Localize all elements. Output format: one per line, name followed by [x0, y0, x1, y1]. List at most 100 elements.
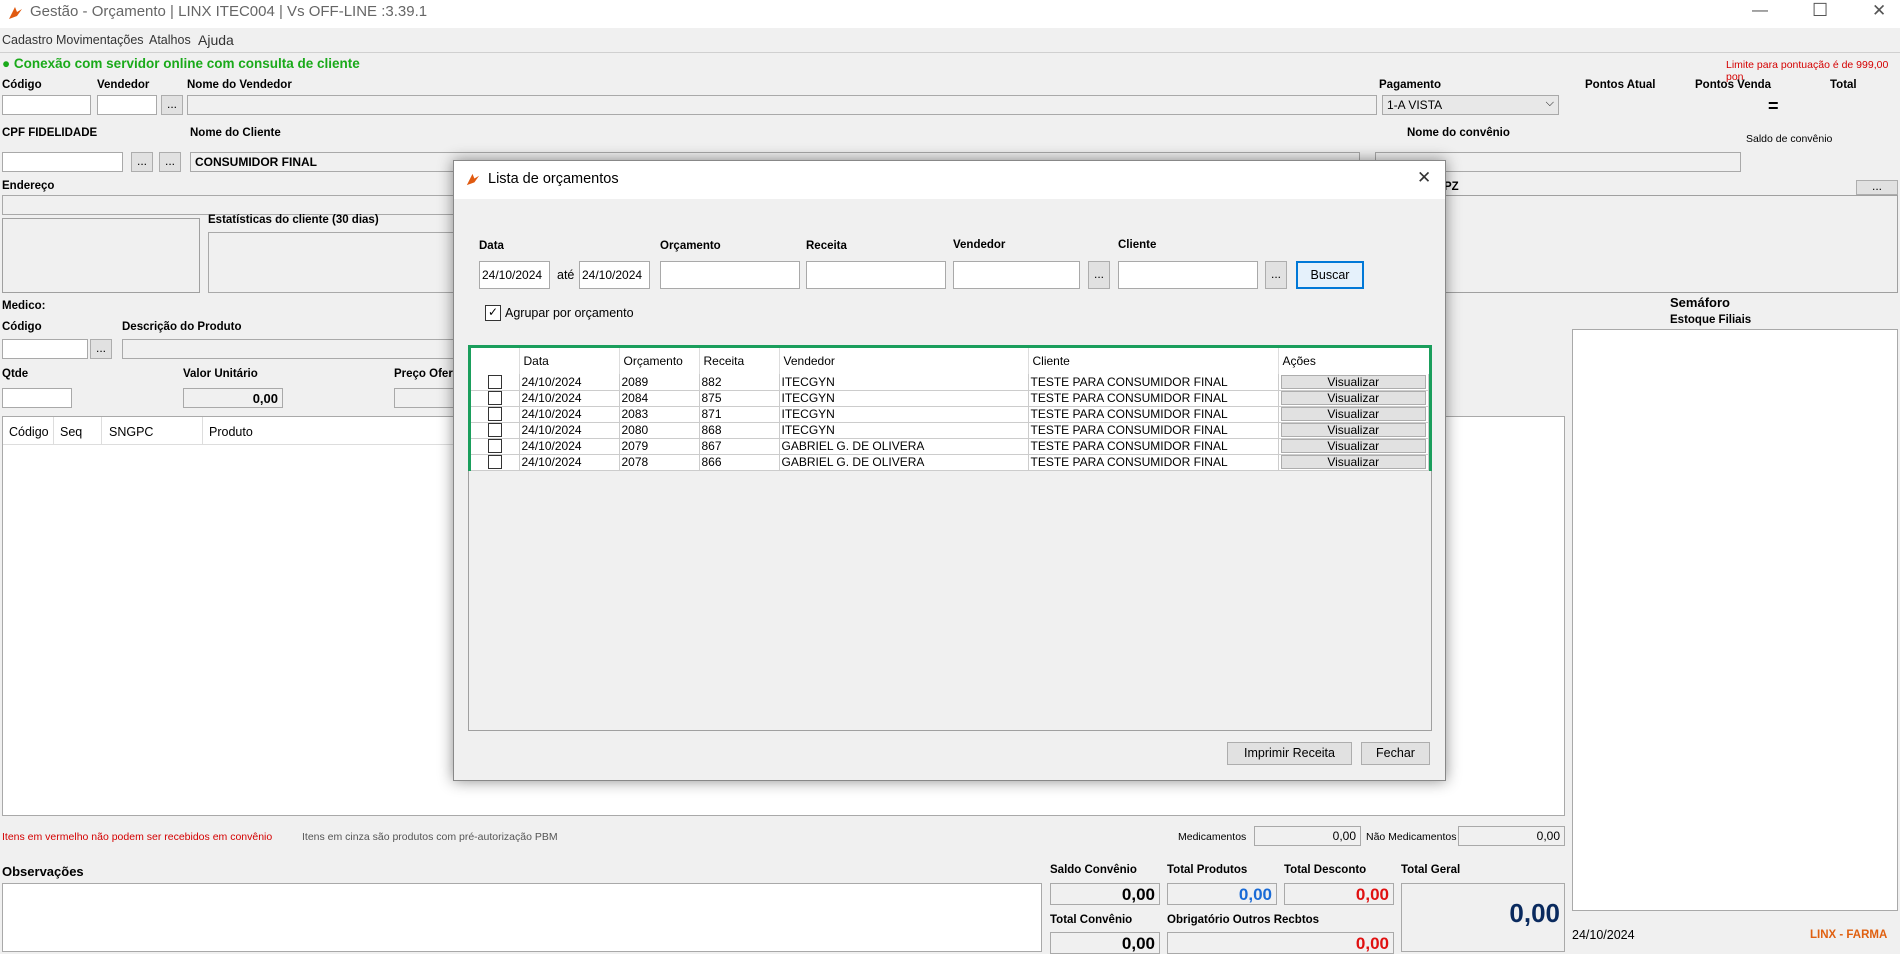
vendedor-filter-lookup-button[interactable]: ... [1088, 261, 1110, 289]
date-to-input[interactable]: 24/10/2024 [579, 261, 650, 289]
column-orcamento[interactable]: Orçamento [619, 348, 700, 374]
column-cliente[interactable]: Cliente [1028, 348, 1279, 374]
column-divider [202, 417, 203, 445]
menu-ajuda[interactable]: Ajuda [198, 32, 234, 48]
data-label: Data [479, 240, 504, 252]
vendedor-input[interactable] [97, 95, 157, 115]
qtde-input[interactable] [2, 388, 72, 408]
row-checkbox[interactable] [488, 423, 502, 437]
total-desconto-label: Total Desconto [1284, 864, 1367, 876]
column-acoes[interactable]: Ações [1278, 348, 1429, 374]
cell-data: 24/10/2024 [519, 406, 620, 423]
visualizar-button[interactable]: Visualizar [1280, 407, 1426, 421]
cpf-input[interactable] [2, 152, 123, 172]
saldo-convenio-small-label: Saldo de convênio [1746, 133, 1833, 145]
cell-receita: 867 [699, 438, 780, 455]
total-convenio-label: Total Convênio [1050, 914, 1133, 926]
row-checkbox[interactable] [488, 407, 502, 421]
fechar-button[interactable]: Fechar [1361, 742, 1430, 765]
orcamento-filter-input[interactable] [660, 261, 800, 289]
dialog-close-icon[interactable]: ✕ [1417, 168, 1431, 188]
menu-atalhos[interactable]: Atalhos [149, 33, 191, 47]
cell-acoes: Visualizar [1278, 390, 1429, 407]
cliente-filter-lookup-button[interactable]: ... [1265, 261, 1287, 289]
pagamento-select[interactable]: 1-A VISTA ⌵ [1382, 95, 1559, 115]
vendedor-lookup-button[interactable]: ... [161, 95, 183, 115]
column-data[interactable]: Data [519, 348, 620, 374]
column-vendedor[interactable]: Vendedor [779, 348, 1029, 374]
red-items-note: Itens em vermelho não podem ser recebido… [2, 831, 273, 843]
right-info-panel [1444, 195, 1898, 293]
row-checkbox[interactable] [488, 455, 502, 469]
orcamento-row[interactable]: 24/10/2024 2078 866 GABRIEL G. DE OLIVERA TE… [471, 454, 1429, 471]
row-select-cell [471, 390, 520, 407]
date-from-input[interactable]: 24/10/2024 [479, 261, 550, 289]
visualizar-button[interactable]: Visualizar [1280, 439, 1426, 453]
cell-vendedor: ITECGYN [779, 422, 1029, 439]
pz-label: PZ [1444, 181, 1459, 193]
brand-label: LINX - FARMA [1810, 929, 1888, 941]
visualizar-button[interactable]: Visualizar [1280, 455, 1426, 469]
nome-cliente-label: Nome do Cliente [190, 127, 281, 139]
observacoes-textarea[interactable] [2, 883, 1042, 952]
buscar-button[interactable]: Buscar [1296, 261, 1364, 289]
row-select-cell [471, 406, 520, 423]
row-checkbox[interactable] [488, 391, 502, 405]
imprimir-receita-button[interactable]: Imprimir Receita [1227, 742, 1352, 765]
menu-movimentacoes[interactable]: Movimentações [56, 33, 144, 47]
cliente-filter-input[interactable] [1118, 261, 1258, 289]
maximize-icon[interactable]: ☐ [1812, 0, 1828, 21]
visualizar-button[interactable]: Visualizar [1280, 374, 1426, 389]
vendedor-filter-input[interactable] [953, 261, 1080, 289]
cell-orcamento: 2083 [619, 406, 700, 423]
obrigatorio-value: 0,00 [1167, 932, 1394, 954]
total-geral-label: Total Geral [1401, 864, 1461, 876]
cell-cliente: TESTE PARA CONSUMIDOR FINAL [1028, 390, 1279, 407]
cell-cliente: TESTE PARA CONSUMIDOR FINAL [1028, 422, 1279, 439]
codigo-produto-input[interactable] [2, 339, 88, 359]
receita-filter-input[interactable] [806, 261, 946, 289]
row-checkbox[interactable] [488, 374, 502, 389]
pagamento-value: 1-A VISTA [1387, 98, 1443, 112]
orcamento-row[interactable]: 24/10/2024 2083 871 ITECGYN TESTE PARA CONSU… [471, 406, 1429, 423]
row-select-cell [471, 438, 520, 455]
row-select-header [471, 348, 520, 374]
column-produto[interactable]: Produto [209, 425, 253, 439]
codigo-input[interactable] [2, 95, 91, 115]
row-checkbox[interactable] [488, 439, 502, 453]
produto-lookup-button[interactable]: ... [90, 339, 112, 359]
app-logo-icon [466, 173, 480, 186]
orcamento-row[interactable]: 24/10/2024 2084 875 ITECGYN TESTE PARA CONSU… [471, 390, 1429, 407]
agrupar-checkbox[interactable]: ✓ [485, 305, 501, 321]
grid-header-row: Data Orçamento Receita Vendedor Cliente … [471, 348, 1429, 374]
endereco-field [2, 195, 454, 215]
cell-orcamento: 2089 [619, 374, 700, 391]
orcamento-row[interactable]: 24/10/2024 2079 867 GABRIEL G. DE OLIVERA TE… [471, 438, 1429, 455]
column-receita[interactable]: Receita [699, 348, 780, 374]
cell-cliente: TESTE PARA CONSUMIDOR FINAL [1028, 438, 1279, 455]
cell-cliente: TESTE PARA CONSUMIDOR FINAL [1028, 406, 1279, 423]
cliente-lookup-button[interactable]: ... [159, 152, 181, 172]
cell-acoes: Visualizar [1278, 438, 1429, 455]
row-select-cell [471, 454, 520, 471]
cell-vendedor: ITECGYN [779, 406, 1029, 423]
orcamentos-grid[interactable]: Data Orçamento Receita Vendedor Cliente … [468, 345, 1432, 731]
cell-receita: 875 [699, 390, 780, 407]
column-sngpc[interactable]: SNGPC [109, 425, 153, 439]
visualizar-button[interactable]: Visualizar [1280, 391, 1426, 405]
orcamento-row[interactable]: 24/10/2024 2089 882 ITECGYN TESTE PARA CONSU… [471, 374, 1429, 391]
pz-lookup-button[interactable]: ... [1856, 180, 1898, 195]
close-icon[interactable]: ✕ [1872, 1, 1886, 21]
visualizar-button[interactable]: Visualizar [1280, 423, 1426, 437]
obrigatorio-label: Obrigatório Outros Recbtos [1167, 914, 1320, 926]
minimize-icon[interactable]: — [1752, 2, 1768, 20]
window-title: Gestão - Orçamento | LINX ITEC004 | Vs O… [30, 3, 428, 20]
menu-cadastro[interactable]: Cadastro [2, 33, 53, 47]
column-codigo[interactable]: Código [9, 425, 49, 439]
column-seq[interactable]: Seq [60, 425, 82, 439]
orcamento-row[interactable]: 24/10/2024 2080 868 ITECGYN TESTE PARA CONSU… [471, 422, 1429, 439]
orcamento-filter-label: Orçamento [660, 240, 721, 252]
cpf-lookup-button[interactable]: ... [131, 152, 153, 172]
agrupar-label: Agrupar por orçamento [505, 306, 634, 320]
estatisticas-label: Estatísticas do cliente (30 dias) [208, 214, 379, 226]
